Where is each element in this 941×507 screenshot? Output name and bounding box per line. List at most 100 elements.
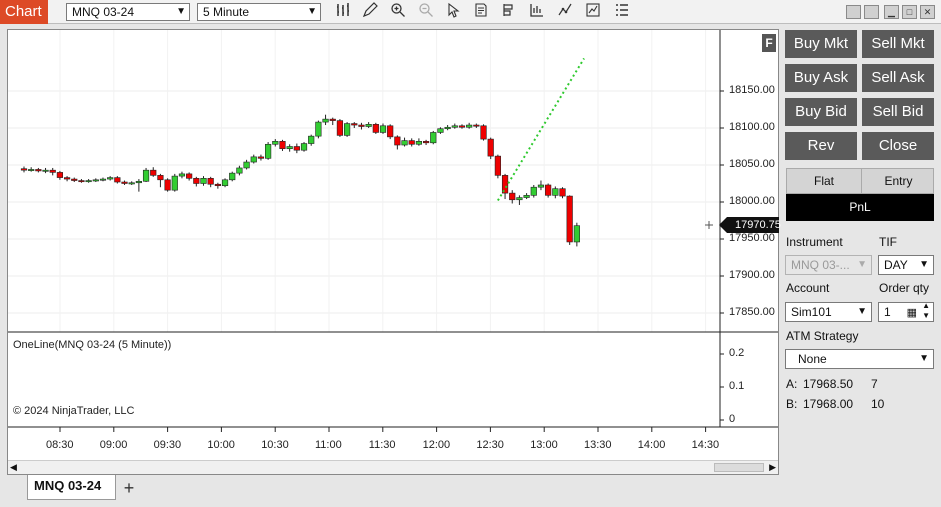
pointer-icon[interactable] bbox=[443, 2, 463, 22]
tab-mnq-03-24[interactable]: MNQ 03-24 bbox=[27, 475, 116, 500]
candle-body bbox=[315, 121, 322, 137]
candle-body bbox=[408, 140, 415, 145]
atm-strategy-select[interactable]: None ▼ bbox=[785, 349, 934, 369]
candle bbox=[523, 193, 530, 200]
candle bbox=[92, 178, 99, 183]
indicator-tick-label: 0.2 bbox=[729, 347, 745, 359]
candle-body bbox=[573, 225, 580, 243]
candle bbox=[150, 167, 157, 177]
chevron-down-icon: ▼ bbox=[307, 6, 317, 17]
tif-select[interactable]: DAY ▼ bbox=[878, 255, 934, 275]
minimize-icon[interactable]: ▁ bbox=[884, 5, 899, 19]
close-icon[interactable]: ✕ bbox=[920, 5, 935, 19]
tif-value: DAY bbox=[884, 258, 908, 272]
scroll-left-icon[interactable]: ◀ bbox=[10, 462, 17, 473]
draw-pencil-icon[interactable] bbox=[360, 2, 380, 22]
pnl-display: PnL bbox=[786, 194, 934, 221]
candle-body bbox=[358, 124, 365, 127]
candle-body bbox=[516, 197, 523, 201]
ask-price: 17968.50 bbox=[803, 377, 854, 391]
zoom-out-icon[interactable] bbox=[416, 2, 436, 22]
spinner-icon[interactable]: ▲ ▼ bbox=[922, 301, 930, 321]
indicators-icon[interactable] bbox=[527, 2, 547, 22]
chevron-down-icon: ▼ bbox=[857, 259, 867, 270]
candle-body bbox=[559, 188, 566, 197]
candle-body bbox=[28, 169, 35, 171]
chart-scrollbar[interactable]: ◀ ▶ bbox=[8, 460, 778, 474]
candle-body bbox=[451, 125, 458, 128]
chart-panel[interactable]: 18150.00 18100.00 18050.00 18000.00 17950.00… bbox=[7, 29, 781, 475]
candle-body bbox=[71, 178, 78, 181]
candle-body bbox=[487, 138, 494, 157]
candle-body bbox=[322, 118, 329, 123]
y-tick-label: 18150.00 bbox=[729, 84, 775, 96]
x-tick-label: 10:00 bbox=[207, 439, 235, 451]
zoom-in-icon[interactable] bbox=[388, 2, 408, 22]
add-tab-button[interactable]: + bbox=[119, 478, 139, 498]
candle-body bbox=[265, 143, 272, 159]
scroll-right-icon[interactable]: ▶ bbox=[769, 462, 776, 473]
tif-label: TIF bbox=[879, 235, 897, 249]
candle bbox=[186, 172, 193, 181]
trend-line[interactable] bbox=[497, 57, 585, 202]
candle bbox=[300, 142, 308, 152]
buy-ask-button[interactable]: Buy Ask bbox=[785, 64, 857, 92]
trend-icon[interactable] bbox=[555, 2, 575, 22]
candle-body bbox=[207, 178, 214, 185]
buy-bid-button[interactable]: Buy Bid bbox=[785, 98, 857, 126]
close-button[interactable]: Close bbox=[862, 132, 934, 160]
candle bbox=[107, 176, 114, 181]
candle-body bbox=[293, 146, 300, 151]
instrument-selector[interactable]: MNQ 03-24 ▼ bbox=[66, 3, 190, 21]
chart-f-button[interactable]: F bbox=[762, 34, 776, 52]
buy-mkt-button[interactable]: Buy Mkt bbox=[785, 30, 857, 58]
trader-instrument-select[interactable]: MNQ 03-... ▼ bbox=[785, 255, 872, 275]
last-price-marker: 17970.75 bbox=[719, 217, 781, 233]
candle bbox=[85, 179, 92, 183]
bar-type-icon[interactable] bbox=[333, 2, 353, 22]
candle-body bbox=[85, 180, 92, 183]
strategies-icon[interactable] bbox=[499, 2, 519, 22]
candle-body bbox=[250, 156, 257, 163]
sell-ask-button[interactable]: Sell Ask bbox=[862, 64, 934, 92]
candle bbox=[164, 178, 171, 192]
interval-selector[interactable]: 5 Minute ▼ bbox=[197, 3, 321, 21]
price-chart[interactable] bbox=[8, 30, 778, 460]
x-tick-label: 14:00 bbox=[637, 439, 666, 451]
account-select[interactable]: Sim101 ▼ bbox=[785, 302, 872, 322]
candle-body bbox=[35, 169, 42, 172]
candle bbox=[444, 125, 451, 131]
chart-trader-icon[interactable] bbox=[583, 2, 603, 22]
candle-body bbox=[49, 169, 56, 173]
order-qty-stepper[interactable]: 1 ▦ ▲ ▼ bbox=[878, 301, 934, 322]
candle-body bbox=[178, 173, 186, 177]
candle bbox=[229, 171, 236, 182]
x-tick-label: 12:30 bbox=[476, 439, 504, 451]
data-box-icon[interactable] bbox=[471, 2, 491, 22]
y-tick-label: 18000.00 bbox=[729, 195, 775, 207]
candle-body bbox=[99, 178, 107, 181]
app-label[interactable]: Chart bbox=[0, 0, 48, 24]
chevron-down-icon: ▼ bbox=[857, 306, 867, 317]
properties-icon[interactable] bbox=[612, 2, 632, 22]
candle bbox=[509, 190, 516, 204]
window-tile-icon[interactable] bbox=[846, 5, 861, 19]
bid-label: B: bbox=[786, 397, 798, 411]
candle-body bbox=[444, 126, 451, 130]
candle bbox=[308, 134, 315, 146]
scrollbar-thumb[interactable] bbox=[714, 463, 764, 472]
candle-body bbox=[171, 175, 178, 191]
sell-bid-button[interactable]: Sell Bid bbox=[862, 98, 934, 126]
candle bbox=[56, 170, 63, 180]
candle bbox=[71, 177, 78, 183]
candle bbox=[171, 173, 178, 192]
x-tick-label: 10:30 bbox=[261, 439, 289, 451]
maximize-icon[interactable]: □ bbox=[902, 5, 917, 19]
reverse-button[interactable]: Rev bbox=[785, 132, 857, 160]
ask-size: 7 bbox=[871, 377, 878, 391]
candle-body bbox=[523, 195, 530, 198]
sell-mkt-button[interactable]: Sell Mkt bbox=[862, 30, 934, 58]
calculator-icon[interactable]: ▦ bbox=[907, 304, 917, 322]
window-tile2-icon[interactable] bbox=[864, 5, 879, 19]
bid-size: 10 bbox=[871, 397, 885, 411]
